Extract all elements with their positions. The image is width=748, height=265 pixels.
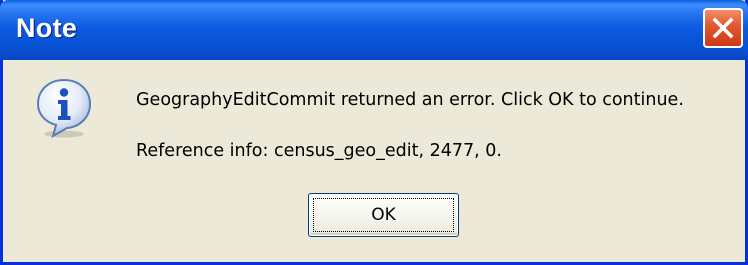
title-bar[interactable]: Note — [0, 0, 748, 60]
dialog-title: Note — [16, 13, 78, 43]
focus-rectangle — [313, 198, 454, 232]
dialog-content: GeographyEditCommit returned an error. C… — [3, 60, 745, 262]
close-icon — [712, 17, 734, 39]
information-icon — [36, 78, 92, 139]
reference-info: Reference info: census_geo_edit, 2477, 0… — [136, 141, 502, 161]
error-message: GeographyEditCommit returned an error. C… — [136, 90, 684, 110]
close-button[interactable] — [703, 8, 743, 48]
ok-button[interactable]: OK — [308, 193, 459, 237]
note-dialog: Note GeographyEditCommit returned an err… — [0, 0, 748, 265]
